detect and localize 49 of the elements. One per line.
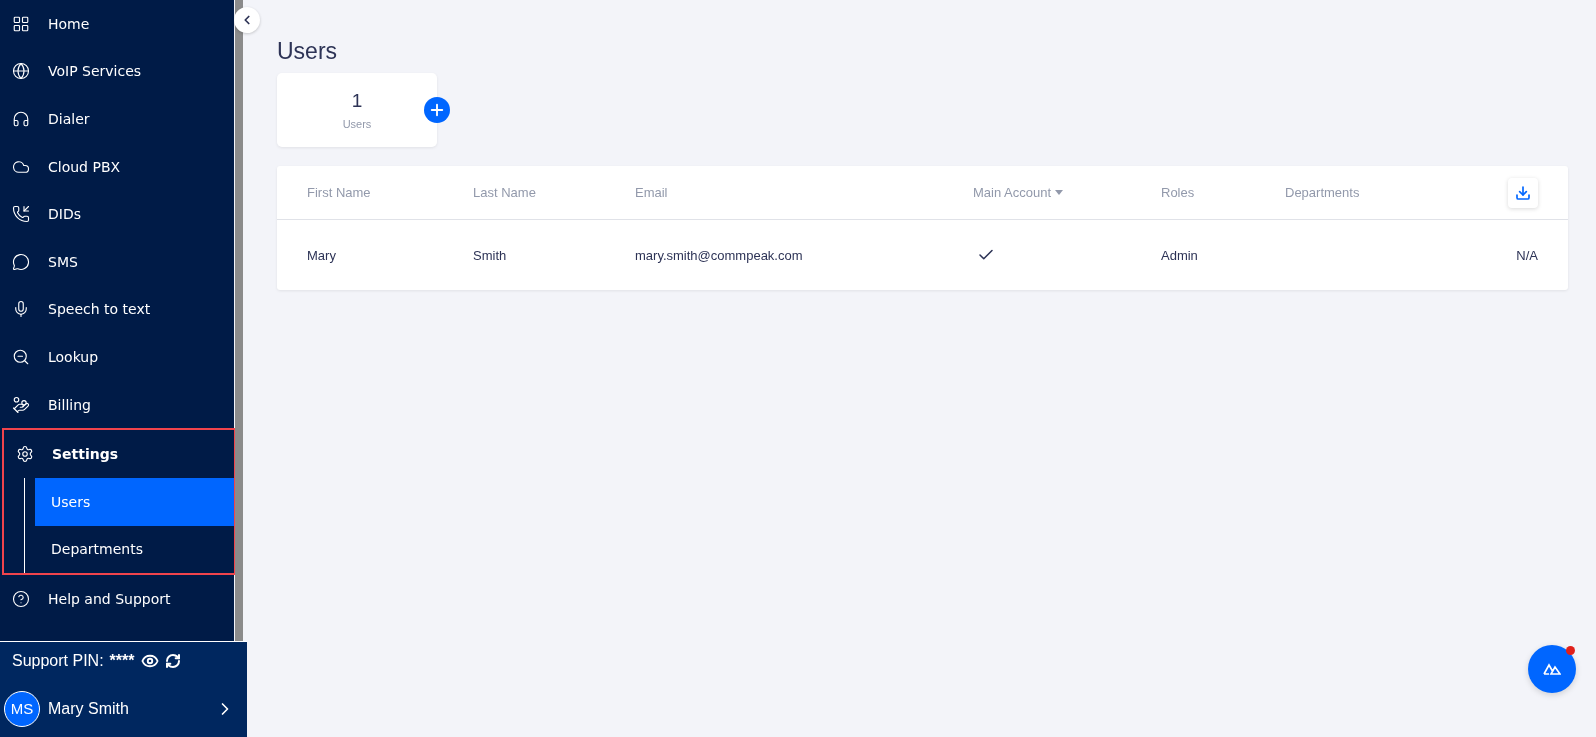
- user-count: 1: [351, 90, 363, 112]
- scrollbar[interactable]: [235, 0, 243, 641]
- column-header: Email: [635, 185, 669, 200]
- table-cell-text: Mary: [307, 247, 337, 263]
- phone-icon: [12, 205, 30, 224]
- sidebar-item[interactable]: Speech to text: [0, 285, 234, 334]
- add-button[interactable]: [424, 97, 450, 123]
- column-header: Departments: [1285, 185, 1361, 200]
- sidebar-item[interactable]: Help and Support: [0, 575, 234, 623]
- support-pin-label: Support PIN:: [12, 652, 104, 671]
- user-name[interactable]: Mary Smith: [48, 699, 207, 718]
- column-header: Last Name: [473, 185, 537, 200]
- page-title: Users: [277, 38, 339, 65]
- hand-coin-icon: [12, 395, 30, 414]
- sidebar-item[interactable]: Billing: [0, 380, 234, 429]
- sidebar-subitem[interactable]: Departments: [35, 525, 234, 574]
- chat-button[interactable]: [1528, 645, 1576, 693]
- settings-icon: [16, 445, 34, 464]
- sidebar-item[interactable]: Settings: [4, 430, 234, 478]
- table-cell-text: Admin: [1161, 247, 1199, 263]
- table-cell-text: mary.smith@commpeak.com: [635, 247, 804, 263]
- mountain-icon: [1543, 663, 1561, 675]
- grid-icon: [12, 14, 30, 33]
- sidebar-item[interactable]: Lookup: [0, 333, 234, 381]
- help-icon: [12, 589, 30, 608]
- headset-icon: [12, 110, 30, 128]
- column-header: First Name: [307, 185, 372, 200]
- collapse-button[interactable]: [234, 7, 260, 33]
- refresh-icon[interactable]: [164, 653, 181, 670]
- sidebar-item[interactable]: Cloud PBX: [0, 142, 234, 191]
- avatar[interactable]: MS: [4, 690, 40, 727]
- sidebar-subitem[interactable]: Users: [35, 477, 234, 526]
- column-header: Roles: [1161, 185, 1196, 200]
- sidebar-item[interactable]: Dialer: [0, 95, 234, 143]
- sidebar-item[interactable]: SMS: [0, 237, 234, 286]
- magnifier-icon: [12, 347, 30, 366]
- table-cell-text: Smith: [473, 247, 508, 263]
- table-cell: N/A: [1516, 247, 1538, 263]
- globe-icon: [12, 62, 30, 81]
- plus-icon: [428, 101, 446, 119]
- download-icon: [1515, 184, 1531, 201]
- chat-icon: [12, 252, 30, 271]
- support-pin-value: ****: [109, 652, 135, 671]
- sidebar-item[interactable]: Home: [0, 0, 234, 48]
- sidebar-item[interactable]: VoIP Services: [0, 47, 234, 96]
- sidebar-item[interactable]: DIDs: [0, 190, 234, 238]
- download-button[interactable]: [1508, 177, 1538, 208]
- card-label: Users: [342, 118, 372, 130]
- microphone-icon: [12, 300, 30, 319]
